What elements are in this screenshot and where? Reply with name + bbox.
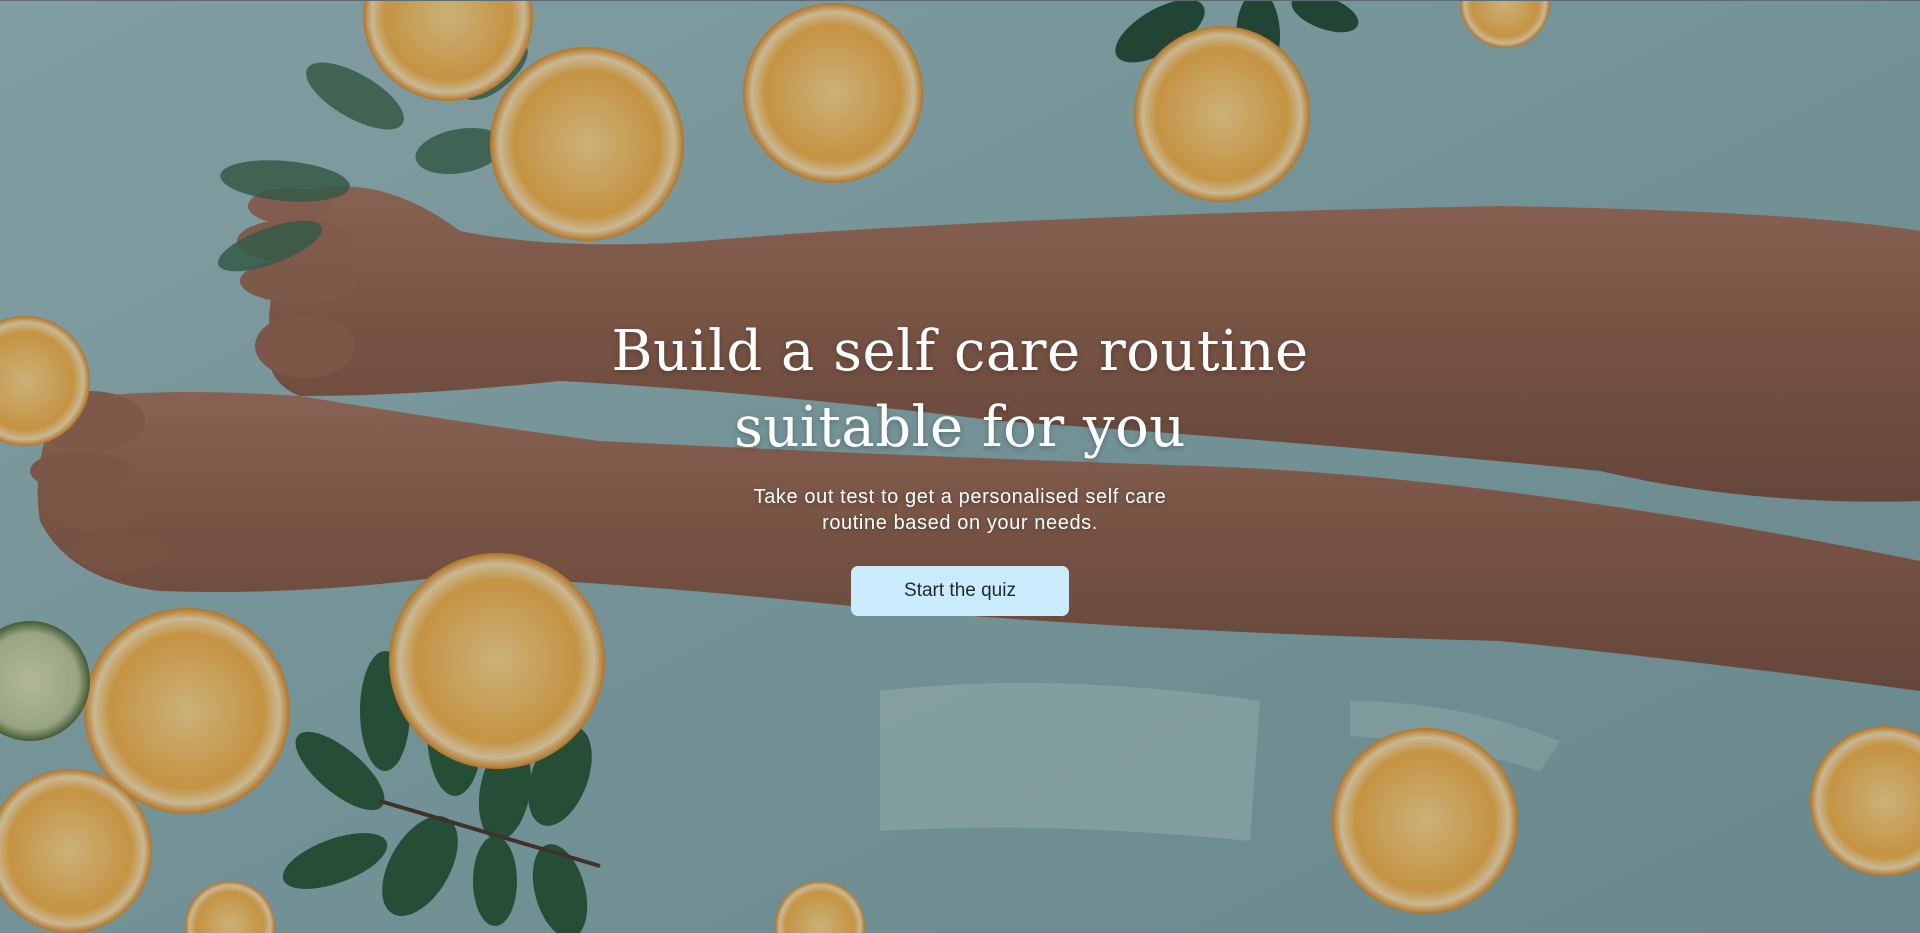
hero-headline-line2: suitable for you [734, 395, 1186, 460]
hero-subtext-line1: Take out test to get a personalised self… [753, 486, 1167, 508]
hero-content: Build a self care routine suitable for y… [0, 314, 1920, 616]
hero-section: Build a self care routine suitable for y… [0, 0, 1920, 933]
hero-headline: Build a self care routine suitable for y… [580, 314, 1340, 466]
hero-headline-line1: Build a self care routine [611, 319, 1309, 384]
start-quiz-button[interactable]: Start the quiz [851, 566, 1069, 616]
hero-subtext-line2: routine based on your needs. [822, 512, 1098, 534]
hero-subtext: Take out test to get a personalised self… [710, 484, 1210, 536]
